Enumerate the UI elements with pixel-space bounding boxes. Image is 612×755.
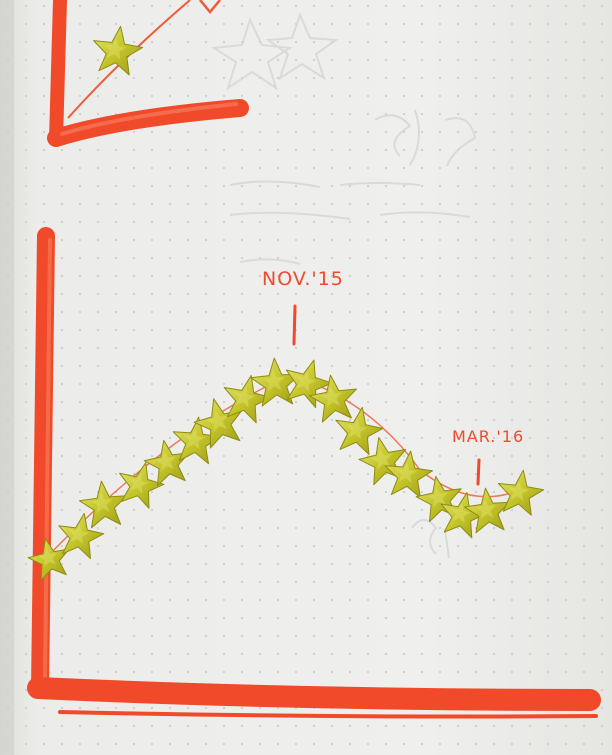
nov-15-label: NOV.'15 — [262, 268, 344, 290]
mar-tick-mark — [476, 458, 481, 486]
page-binding-shadow — [0, 0, 14, 755]
main-chart-x-axis — [27, 677, 601, 711]
mar-16-label: MAR.'16 — [452, 427, 525, 446]
nov-tick-mark — [292, 304, 297, 346]
notebook-photo — [0, 0, 612, 755]
top-chart-y-axis — [49, 0, 67, 147]
